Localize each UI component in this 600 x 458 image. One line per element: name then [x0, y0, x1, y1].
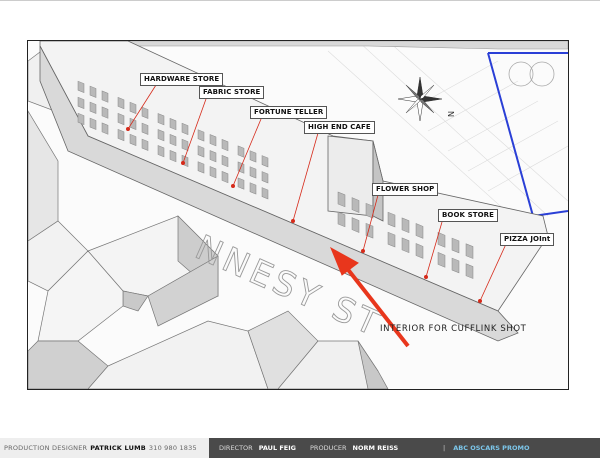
rear-building-top	[127, 41, 568, 50]
shot-note: INTERIOR FOR CUFFLINK SHOT	[380, 324, 527, 334]
designer-label: PRODUCTION DESIGNER	[4, 444, 88, 452]
street-model-drawing: NNESY ST N HARDWARE STORE FABRIC STORE F…	[27, 40, 569, 390]
label-pizza-joint: PIZZA JOInt	[500, 233, 555, 246]
producer-label: PRODUCER	[310, 444, 347, 452]
director-name: PAUL FEIG	[258, 444, 297, 452]
label-fortune-teller: FORTUNE TELLER	[250, 106, 328, 119]
footer-credits: DIRECTOR PAUL FEIG PRODUCER NORM REISS	[209, 438, 437, 458]
label-high-end-cafe: HIGH END CAFE	[304, 121, 375, 134]
lot-lines	[487, 52, 568, 218]
footer-designer: PRODUCTION DESIGNER PATRICK LUMB 310 980…	[0, 438, 209, 458]
director-label: DIRECTOR	[219, 444, 253, 452]
project-name: ABC OSCARS PROMO	[453, 444, 530, 452]
label-flower-shop: FLOWER SHOP	[372, 183, 439, 196]
label-hardware-store: HARDWARE STORE	[140, 73, 224, 86]
footer-separator: |	[443, 444, 446, 452]
label-book-store: BOOK STORE	[438, 209, 499, 222]
designer-phone: 310 980 1835	[148, 444, 197, 452]
footer-project: | ABC OSCARS PROMO	[437, 438, 600, 458]
compass-n-letter: N	[446, 111, 455, 117]
storyboard-frame: NNESY ST N HARDWARE STORE FABRIC STORE F…	[0, 0, 600, 458]
footer-bar: PRODUCTION DESIGNER PATRICK LUMB 310 980…	[0, 438, 600, 458]
top-rule	[0, 0, 600, 1]
producer-name: NORM REISS	[352, 444, 399, 452]
label-fabric-store: FABRIC STORE	[199, 86, 265, 99]
designer-name: PATRICK LUMB	[90, 444, 146, 452]
